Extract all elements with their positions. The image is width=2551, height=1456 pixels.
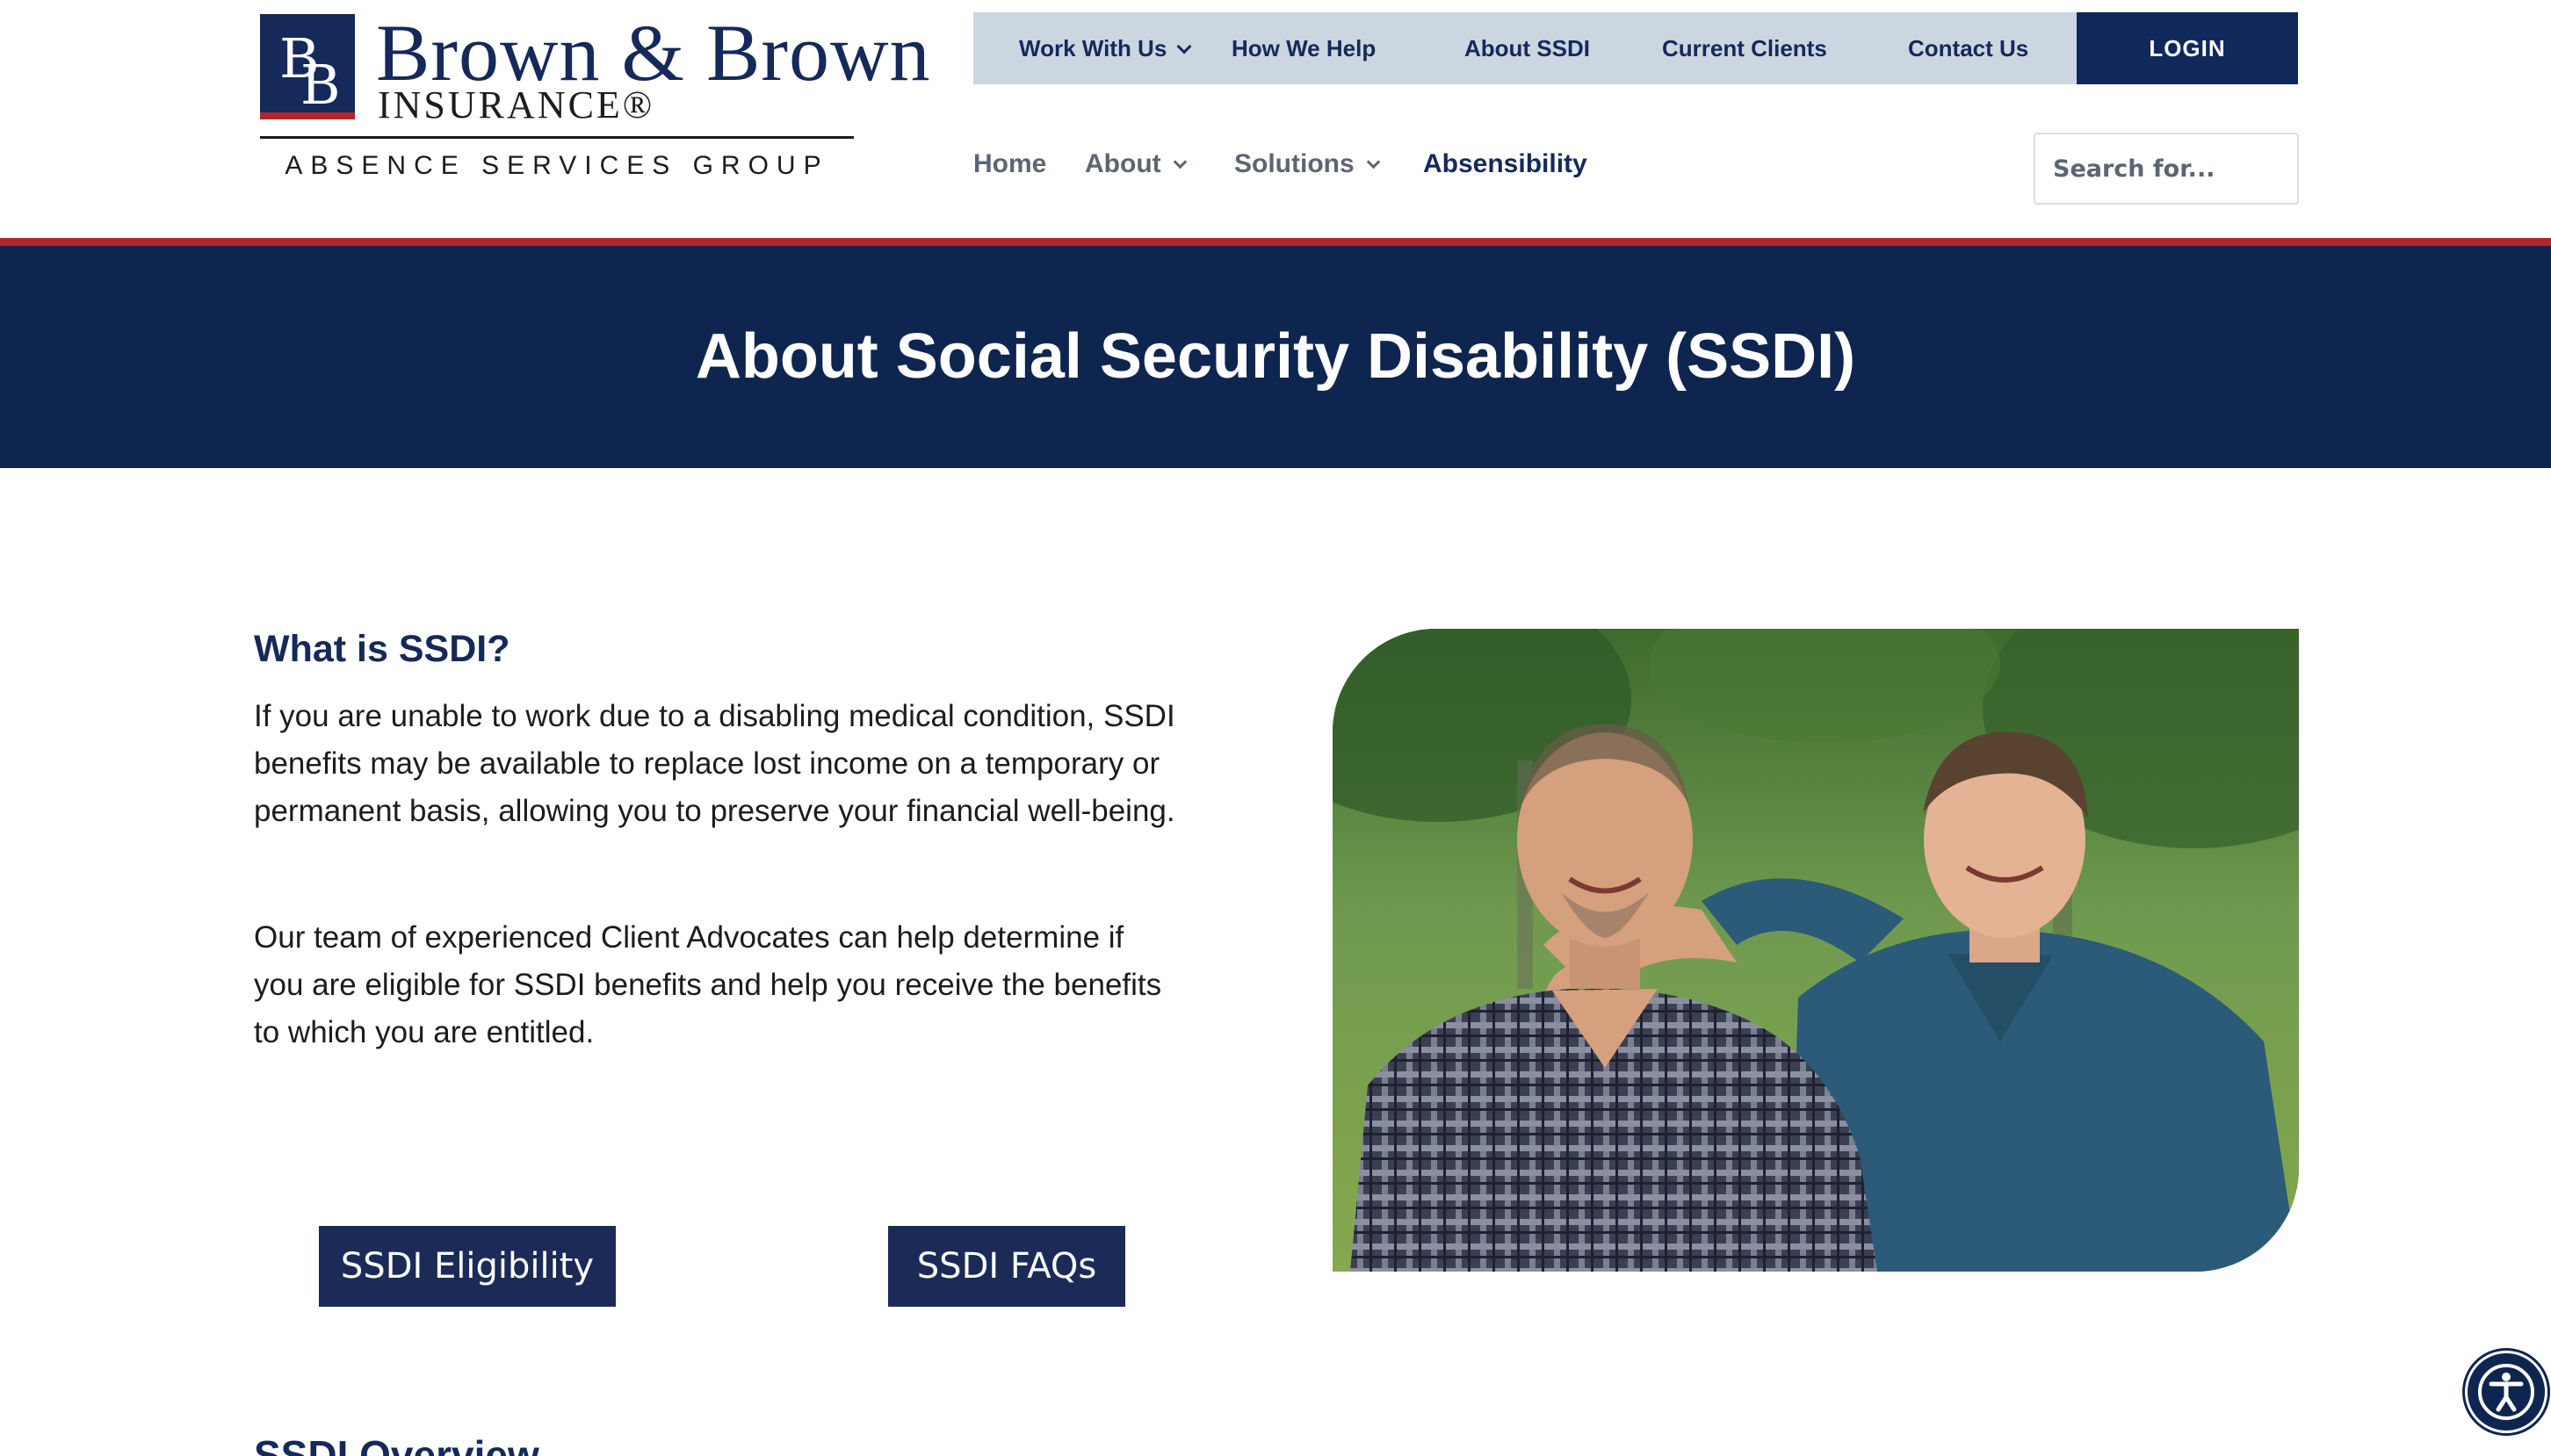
topnav-work-with-us[interactable]: Work With Us <box>1019 12 1192 84</box>
logo-letter-2: B <box>300 53 341 117</box>
logo-insurance-word: INSURANCE® <box>378 83 655 126</box>
father-son-photo <box>1333 629 2299 1272</box>
nav-solutions[interactable]: Solutions <box>1234 149 1380 179</box>
brand-logo[interactable]: B B Brown & Brown INSURANCE® ABSENCE SER… <box>260 12 929 180</box>
nav-absensibility[interactable]: Absensibility <box>1423 149 1587 179</box>
logo-monogram: B B <box>260 14 355 119</box>
topnav-contact-us[interactable]: Contact Us <box>1908 12 2028 84</box>
nav-home[interactable]: Home <box>973 149 1046 179</box>
logo-company-name: Brown & Brown <box>376 8 931 97</box>
page-banner: About Social Security Disability (SSDI) <box>0 246 2551 468</box>
section-heading-ssdi-overview: SSDI Overview <box>254 1432 539 1456</box>
topnav-about-ssdi[interactable]: About SSDI <box>1464 12 1590 84</box>
topnav-work-with-us-label: Work With Us <box>1019 35 1167 61</box>
section-heading-what-is-ssdi: What is SSDI? <box>254 628 510 670</box>
chevron-down-icon <box>1366 155 1380 169</box>
topnav-how-we-help[interactable]: How We Help <box>1232 12 1376 84</box>
nav-about-label: About <box>1085 149 1161 178</box>
accessibility-button[interactable] <box>2465 1351 2547 1433</box>
page-title: About Social Security Disability (SSDI) <box>695 321 1856 392</box>
intro-paragraph-1: If you are unable to work due to a disab… <box>254 699 1175 828</box>
nav-about[interactable]: About <box>1085 149 1187 179</box>
nav-solutions-label: Solutions <box>1234 149 1355 178</box>
chevron-down-icon <box>1176 39 1192 54</box>
logo-divider <box>260 136 854 139</box>
logo-tagline: ABSENCE SERVICES GROUP <box>285 151 829 180</box>
header-accent-line <box>0 238 2551 246</box>
intro-paragraph-2: Our team of experienced Client Advocates… <box>254 920 1162 1049</box>
search-input[interactable] <box>2034 133 2299 205</box>
accessibility-icon <box>2478 1364 2534 1420</box>
top-utility-nav: Work With Us How We Help About SSDI Curr… <box>973 12 2298 84</box>
topnav-current-clients[interactable]: Current Clients <box>1662 12 1827 84</box>
ssdi-faqs-button[interactable]: SSDI FAQs <box>888 1226 1125 1307</box>
ssdi-eligibility-button[interactable]: SSDI Eligibility <box>319 1226 616 1307</box>
login-button[interactable]: LOGIN <box>2077 12 2298 84</box>
chevron-down-icon <box>1173 155 1187 169</box>
